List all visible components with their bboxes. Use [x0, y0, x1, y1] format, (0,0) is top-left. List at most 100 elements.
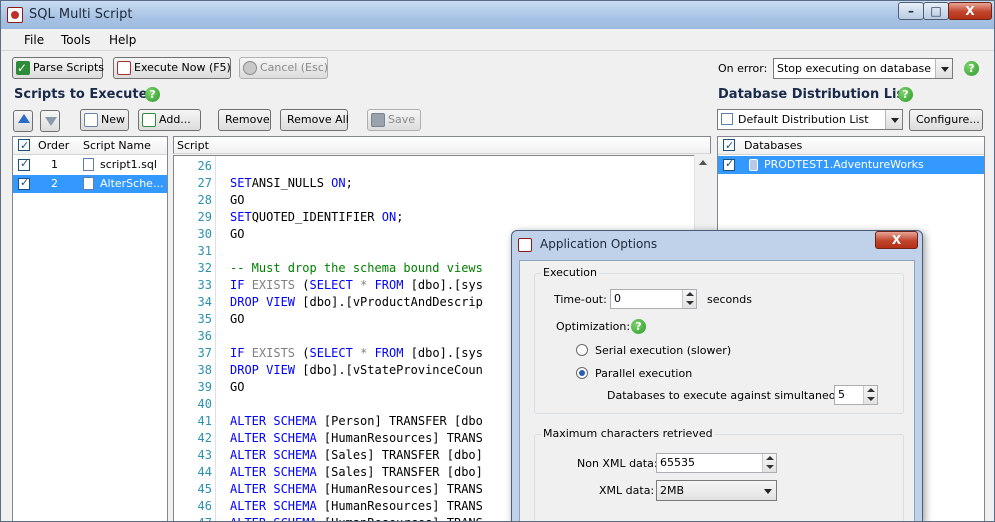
- parallel-radio[interactable]: [576, 367, 588, 379]
- code-token: ;: [396, 210, 404, 224]
- code-token: ON: [381, 210, 397, 224]
- table-row[interactable]: 2 AlterSche...: [13, 175, 167, 193]
- script-checkbox[interactable]: [18, 176, 30, 190]
- non-xml-input[interactable]: 65535: [656, 453, 777, 473]
- move-down-button[interactable]: [40, 110, 60, 132]
- code-line[interactable]: GO: [230, 227, 244, 241]
- databases-help-icon[interactable]: ?: [898, 87, 913, 102]
- on-error-label: On error:: [718, 62, 768, 75]
- code-token: [HumanResources] TRANS: [316, 431, 483, 445]
- line-number: 31: [197, 244, 212, 258]
- optimization-label: Optimization:: [556, 320, 631, 333]
- code-line[interactable]: ALTER SCHEMA [Person] TRANSFER [dbo: [230, 414, 483, 428]
- code-line[interactable]: ALTER SCHEMA [Sales] TRANSFER [dbo]: [230, 465, 483, 479]
- serial-label[interactable]: Serial execution (slower): [595, 344, 731, 357]
- maximize-button[interactable]: □: [923, 2, 949, 20]
- line-number: 46: [197, 499, 212, 513]
- code-line[interactable]: -- Must drop the schema bound views: [230, 261, 483, 275]
- order-column-header[interactable]: Order: [38, 137, 69, 154]
- scripts-help-icon[interactable]: ?: [145, 87, 160, 102]
- save-icon: [371, 113, 385, 127]
- timeout-spinner[interactable]: [682, 290, 696, 308]
- select-all-databases-checkbox[interactable]: [723, 137, 735, 154]
- script-order: 1: [51, 158, 58, 171]
- optimization-help-icon[interactable]: ?: [631, 319, 646, 334]
- add-script-button[interactable]: Add...: [138, 109, 201, 131]
- maximize-icon: □: [930, 4, 942, 18]
- remove-all-button[interactable]: Remove All: [280, 109, 349, 131]
- database-checkbox[interactable]: [723, 157, 735, 171]
- execution-group: Execution Time-out: 0 seconds Optimizati…: [534, 266, 904, 414]
- simultaneous-spinner[interactable]: [863, 386, 877, 404]
- dialog-close-button[interactable]: X: [875, 231, 918, 249]
- distribution-list-select[interactable]: Default Distribution List: [717, 109, 903, 130]
- on-error-value: Stop executing on database ...: [777, 62, 946, 75]
- code-token: [Person] TRANSFER [dbo: [316, 414, 483, 428]
- script-name: AlterSche...: [100, 177, 164, 190]
- code-line[interactable]: GO: [230, 380, 244, 394]
- code-token: ALTER SCHEMA: [230, 431, 317, 445]
- parse-scripts-button[interactable]: Parse Scripts: [12, 57, 104, 79]
- code-line[interactable]: SETQUOTED_IDENTIFIER ON;: [230, 210, 403, 224]
- scripts-list: Order Script Name 1 script1.sql 2 AlterS…: [12, 136, 168, 521]
- remove-button[interactable]: Remove: [218, 109, 271, 131]
- code-line[interactable]: ALTER SCHEMA [Sales] TRANSFER [dbo]: [230, 448, 483, 462]
- arrow-up-icon: [18, 114, 30, 123]
- window-title: SQL Multi Script: [29, 7, 133, 22]
- script-name-column-header[interactable]: Script Name: [83, 137, 151, 154]
- code-token: FROM: [374, 278, 404, 292]
- cancel-label: Cancel (Esc): [260, 61, 329, 74]
- timeout-value: 0: [614, 292, 621, 305]
- code-line[interactable]: ALTER SCHEMA [HumanResources] TRANS: [230, 499, 483, 513]
- line-number: 30: [197, 227, 212, 241]
- non-xml-value: 65535: [660, 456, 695, 469]
- parallel-label[interactable]: Parallel execution: [595, 367, 692, 380]
- menu-tools[interactable]: Tools: [61, 33, 91, 47]
- configure-button[interactable]: Configure...: [909, 109, 983, 131]
- new-script-button[interactable]: New: [80, 109, 129, 131]
- non-xml-spinner[interactable]: [762, 454, 776, 472]
- simultaneous-input[interactable]: 5: [834, 385, 878, 405]
- code-line[interactable]: IF EXISTS (SELECT * FROM [dbo].[sys: [230, 346, 483, 360]
- code-token: FROM: [374, 346, 404, 360]
- line-number: 35: [197, 312, 212, 326]
- databases-column-header[interactable]: Databases: [744, 137, 802, 154]
- code-line[interactable]: GO: [230, 193, 244, 207]
- select-all-scripts-checkbox[interactable]: [18, 137, 30, 154]
- serial-radio[interactable]: [576, 344, 588, 356]
- simultaneous-value: 5: [838, 388, 845, 401]
- close-button[interactable]: X: [948, 2, 992, 20]
- xml-select[interactable]: 2MB: [656, 480, 777, 501]
- code-line[interactable]: ALTER SCHEMA [HumanResources] TRANS: [230, 516, 483, 521]
- menu-file[interactable]: File: [24, 33, 44, 47]
- code-line[interactable]: DROP VIEW [dbo].[vProductAndDescrip: [230, 295, 483, 309]
- title-bar[interactable]: SQL Multi Script – □ X: [1, 1, 994, 29]
- code-line[interactable]: DROP VIEW [dbo].[vStateProvinceCoun: [230, 363, 483, 377]
- code-token: [Sales] TRANSFER [dbo]: [316, 465, 483, 479]
- code-line[interactable]: ALTER SCHEMA [HumanResources] TRANS: [230, 482, 483, 496]
- code-token: (: [295, 278, 310, 292]
- on-error-help-icon[interactable]: ?: [964, 61, 979, 76]
- timeout-input[interactable]: 0: [610, 289, 697, 309]
- list-item[interactable]: PRODTEST1.AdventureWorks: [718, 156, 984, 174]
- execute-now-button[interactable]: Execute Now (F5): [113, 57, 231, 79]
- code-line[interactable]: GO: [230, 312, 244, 326]
- menu-bar: File Tools Help: [1, 29, 994, 51]
- scroll-up-icon[interactable]: [699, 160, 707, 165]
- code-line[interactable]: ALTER SCHEMA [HumanResources] TRANS: [230, 431, 483, 445]
- menu-help[interactable]: Help: [109, 33, 136, 47]
- move-up-button[interactable]: [13, 110, 33, 132]
- table-row[interactable]: 1 script1.sql: [13, 156, 167, 174]
- code-line[interactable]: SETANSI_NULLS ON;: [230, 176, 353, 190]
- script-checkbox[interactable]: [18, 157, 30, 171]
- save-button[interactable]: Save: [367, 109, 421, 131]
- script-order: 2: [51, 177, 58, 190]
- cancel-button[interactable]: Cancel (Esc): [239, 57, 328, 79]
- minimize-button[interactable]: –: [898, 2, 924, 20]
- on-error-select[interactable]: Stop executing on database ...: [773, 58, 953, 79]
- configure-label: Configure...: [916, 113, 980, 126]
- remove-all-label: Remove All: [287, 113, 349, 126]
- code-line[interactable]: IF EXISTS (SELECT * FROM [dbo].[sys: [230, 278, 483, 292]
- code-token: (: [295, 346, 310, 360]
